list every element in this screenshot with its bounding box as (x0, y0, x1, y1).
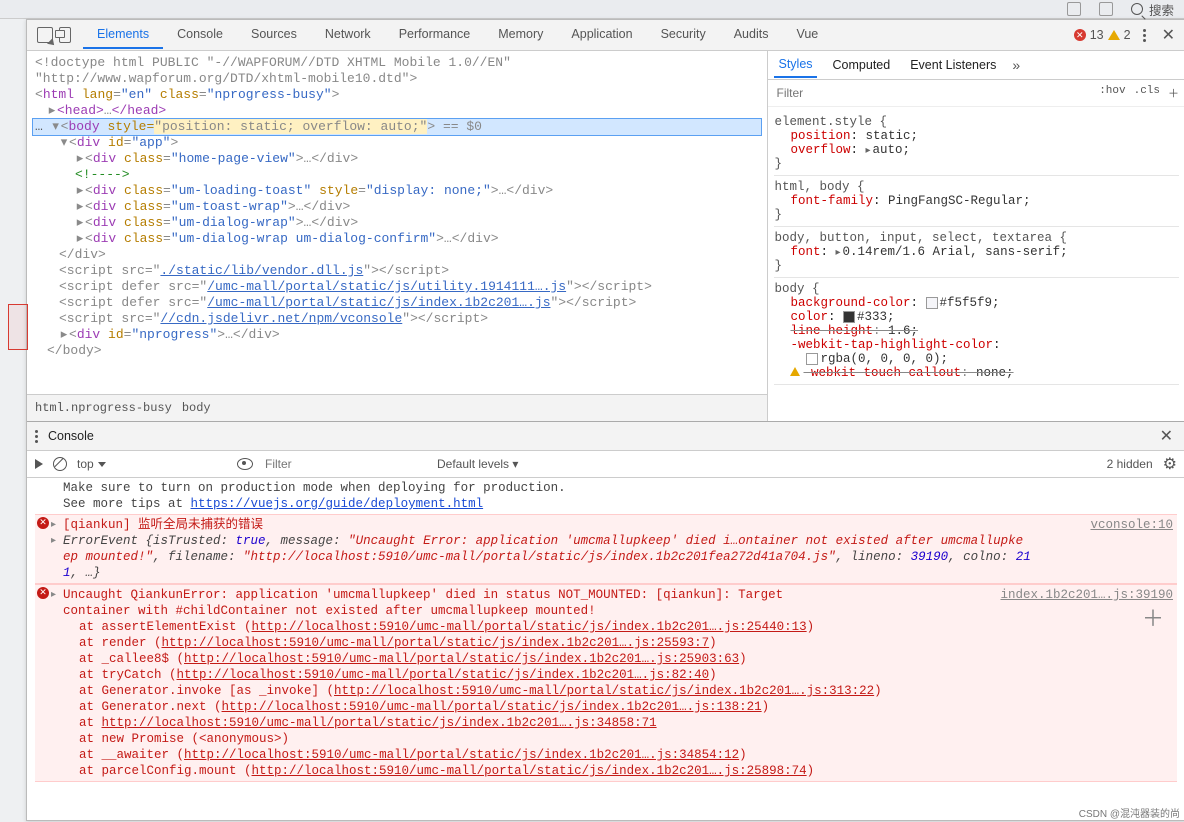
tab-audits[interactable]: Audits (720, 21, 783, 49)
error-icon: ✕ (37, 517, 49, 529)
more-tabs-icon[interactable]: » (1012, 57, 1020, 73)
tab-memory[interactable]: Memory (484, 21, 557, 49)
tab-event-listeners[interactable]: Event Listeners (906, 53, 1000, 77)
context-select[interactable]: top (77, 457, 227, 471)
tab-styles[interactable]: Styles (774, 52, 816, 78)
hidden-count[interactable]: 2 hidden (1107, 457, 1153, 471)
browser-top-bar: 搜索 (0, 0, 1184, 19)
drawer-menu-icon[interactable] (35, 430, 38, 443)
styles-filter-input[interactable] (768, 82, 1093, 104)
watermark: CSDN @混沌器装的尚 (1079, 805, 1180, 820)
elements-dom-tree[interactable]: <!doctype html PUBLIC "-//WAPFORUM//DTD … (27, 51, 767, 394)
gutter-error-marker (8, 304, 28, 350)
log-levels-select[interactable]: Default levels ▾ (437, 457, 518, 471)
console-drawer-header: Console ✕ (27, 422, 1184, 451)
live-expression-icon[interactable] (237, 458, 253, 470)
styles-rules-list[interactable]: element.style {position: static;overflow… (768, 107, 1184, 421)
tab-security[interactable]: Security (647, 21, 720, 49)
tab-application[interactable]: Application (557, 21, 646, 49)
tab-sources[interactable]: Sources (237, 21, 311, 49)
devtools-tabbar: ElementsConsoleSourcesNetworkPerformance… (27, 20, 1184, 51)
tab-computed[interactable]: Computed (829, 53, 895, 77)
console-settings-icon[interactable] (1163, 454, 1177, 474)
add-live-expression-button[interactable]: ＋ (1141, 610, 1165, 634)
console-toolbar: top Default levels ▾ 2 hidden (27, 451, 1184, 478)
close-icon[interactable]: ✕ (1158, 25, 1179, 45)
search-icon (1131, 3, 1143, 15)
breadcrumb-item: body (182, 401, 211, 415)
device-toolbar-icon[interactable] (59, 27, 71, 43)
cls-toggle[interactable]: .cls (1134, 85, 1160, 101)
console-output[interactable]: Make sure to turn on production mode whe… (27, 478, 1184, 820)
inspect-element-icon[interactable] (37, 27, 53, 43)
tab-elements[interactable]: Elements (83, 21, 163, 49)
breadcrumb-item: html.nprogress-busy (35, 401, 172, 415)
browser-search[interactable]: 搜索 (1131, 0, 1174, 19)
extension-icon (1067, 2, 1081, 16)
error-count-badge[interactable]: ✕13 2 (1074, 28, 1131, 42)
console-filter-input[interactable] (263, 456, 427, 472)
clear-console-icon[interactable] (53, 457, 67, 471)
tab-vue[interactable]: Vue (782, 21, 832, 49)
drawer-close-icon[interactable]: ✕ (1156, 426, 1177, 446)
execute-icon[interactable] (35, 459, 43, 469)
tab-console[interactable]: Console (163, 21, 237, 49)
tab-performance[interactable]: Performance (385, 21, 485, 49)
add-rule-icon[interactable]: ＋ (1168, 85, 1179, 101)
error-icon: ✕ (37, 587, 49, 599)
hov-toggle[interactable]: :hov (1099, 85, 1125, 101)
devtools-window: ElementsConsoleSourcesNetworkPerformance… (26, 19, 1184, 821)
extension-icon (1099, 2, 1113, 16)
styles-tabs: Styles Computed Event Listeners » (768, 51, 1184, 80)
dom-breadcrumb[interactable]: html.nprogress-busy body (27, 394, 767, 421)
tab-network[interactable]: Network (311, 21, 385, 49)
drawer-title: Console (48, 429, 94, 443)
devtools-menu-icon[interactable] (1139, 29, 1150, 42)
